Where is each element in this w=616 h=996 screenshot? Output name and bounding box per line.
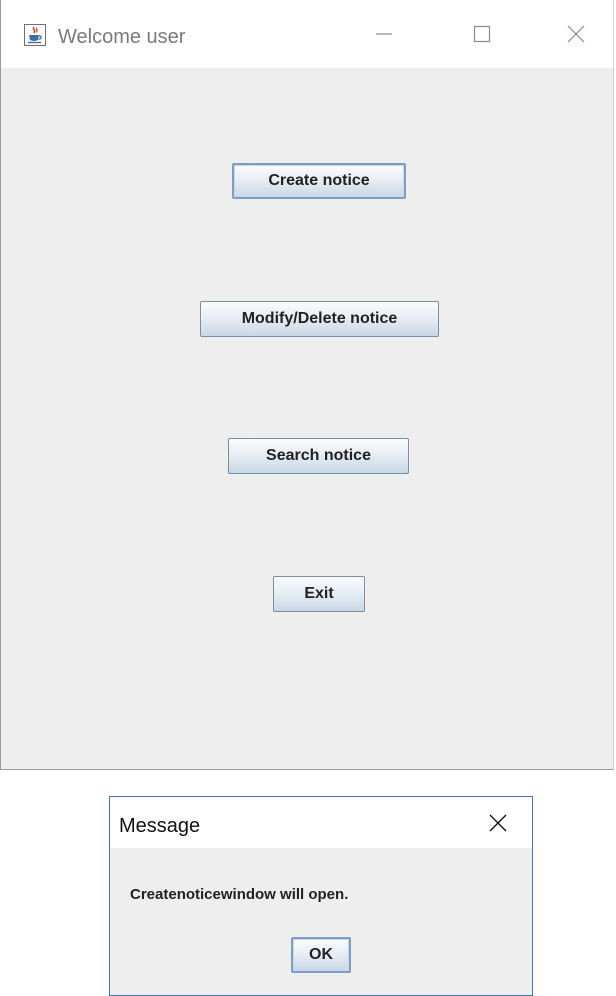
java-cup-icon: [24, 24, 46, 46]
modify-delete-notice-button[interactable]: Modify/Delete notice: [200, 301, 439, 337]
close-icon: [488, 813, 508, 838]
close-button[interactable]: [553, 18, 599, 54]
close-icon: [566, 24, 586, 49]
search-notice-button[interactable]: Search notice: [228, 438, 409, 474]
dialog-title: Message: [119, 815, 201, 837]
main-content: Create notice Modify/Delete notice Searc…: [1, 68, 613, 769]
ok-button[interactable]: OK: [291, 937, 351, 973]
title-bar[interactable]: Welcome user: [1, 0, 613, 68]
dialog-close-button[interactable]: [480, 809, 516, 841]
message-dialog: Message Createnoticewindow will open. OK: [109, 796, 533, 996]
minimize-icon: [375, 25, 393, 48]
main-window: Welcome user Create notice Modify/Delete…: [0, 0, 614, 770]
maximize-icon: [473, 25, 491, 48]
create-notice-button[interactable]: Create notice: [232, 163, 406, 199]
maximize-button[interactable]: [459, 18, 505, 54]
exit-button[interactable]: Exit: [273, 576, 365, 612]
dialog-message: Createnoticewindow will open.: [130, 886, 349, 903]
minimize-button[interactable]: [361, 18, 407, 54]
dialog-title-bar[interactable]: Message: [110, 797, 532, 848]
window-title: Welcome user: [58, 26, 186, 48]
